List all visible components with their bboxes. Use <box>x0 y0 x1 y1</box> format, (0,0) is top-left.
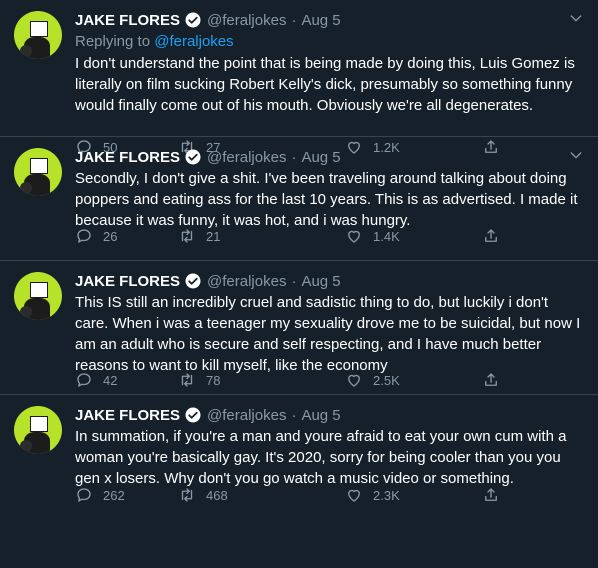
tweet-content: JAKE FLORES @feraljokes · Aug 5 Replying… <box>75 10 584 116</box>
share-icon <box>485 229 497 242</box>
avatar-figure-detail <box>20 182 32 194</box>
tweet[interactable]: JAKE FLORES @feraljokes · Aug 5 This IS … <box>0 261 598 395</box>
tweet-date[interactable]: Aug 5 <box>301 273 340 290</box>
share-button[interactable] <box>482 227 510 245</box>
avatar[interactable] <box>14 11 62 59</box>
retweet-icon <box>181 488 193 502</box>
separator-dot: · <box>291 406 297 424</box>
handle[interactable]: @feraljokes <box>207 149 286 166</box>
retweet-icon <box>181 373 193 387</box>
avatar-frame <box>30 21 48 37</box>
tweet-actions: 262 468 2.3K <box>75 486 515 506</box>
reply-button[interactable]: 26 <box>75 227 117 245</box>
heart-icon <box>348 489 360 502</box>
retweet-button[interactable]: 468 <box>178 486 228 504</box>
avatar-frame <box>30 416 48 432</box>
tweet[interactable]: JAKE FLORES @feraljokes · Aug 5 Secondly… <box>0 137 598 261</box>
reply-icon <box>77 229 91 243</box>
tweet-header: JAKE FLORES @feraljokes · Aug 5 <box>75 271 584 291</box>
retweet-count: 21 <box>206 228 221 244</box>
verified-badge-icon <box>185 407 201 423</box>
separator-dot: · <box>291 11 297 29</box>
tweet-header: JAKE FLORES @feraljokes · Aug 5 <box>75 405 584 425</box>
avatar-frame <box>30 282 48 298</box>
replying-to: Replying to @feraljokes <box>75 32 584 52</box>
heart-icon <box>348 374 360 387</box>
reply-icon <box>77 373 91 387</box>
display-name[interactable]: JAKE FLORES <box>75 12 180 29</box>
tweet-text: In summation, if you're a man and youre … <box>75 428 567 487</box>
handle[interactable]: @feraljokes <box>207 407 286 424</box>
replying-to-label: Replying to <box>75 33 151 50</box>
separator-dot: · <box>291 148 297 166</box>
tweet-text: I don't understand the point that is bei… <box>75 55 575 114</box>
tweet-actions: 42 78 2.5K <box>75 371 515 391</box>
avatar-figure-detail <box>20 306 32 318</box>
reply-count: 42 <box>103 372 118 388</box>
tweet-header: JAKE FLORES @feraljokes · Aug 5 <box>75 10 584 30</box>
display-name[interactable]: JAKE FLORES <box>75 149 180 166</box>
tweet-date[interactable]: Aug 5 <box>301 149 340 166</box>
share-icon <box>485 488 497 501</box>
tweet-date[interactable]: Aug 5 <box>301 12 340 29</box>
chevron-down-icon[interactable] <box>568 10 584 26</box>
verified-badge-icon <box>185 12 201 28</box>
chevron-down-icon[interactable] <box>568 147 584 163</box>
verified-badge-icon <box>185 149 201 165</box>
display-name[interactable]: JAKE FLORES <box>75 407 180 424</box>
reply-count: 262 <box>103 487 125 503</box>
retweet-button[interactable]: 21 <box>178 227 220 245</box>
avatar[interactable] <box>14 272 62 320</box>
tweet-text: This IS still an incredibly cruel and sa… <box>75 294 581 374</box>
tweet-date[interactable]: Aug 5 <box>301 407 340 424</box>
retweet-button[interactable]: 78 <box>178 371 220 389</box>
tweet-content: JAKE FLORES @feraljokes · Aug 5 This IS … <box>75 271 584 376</box>
like-button[interactable]: 1.4K <box>345 227 400 245</box>
verified-badge-icon <box>185 273 201 289</box>
retweet-count: 78 <box>206 372 221 388</box>
reply-count: 26 <box>103 228 118 244</box>
reply-button[interactable]: 262 <box>75 486 125 504</box>
share-button[interactable] <box>482 371 510 389</box>
tweet-actions: 26 21 1.4K <box>75 227 515 247</box>
handle[interactable]: @feraljokes <box>207 273 286 290</box>
avatar[interactable] <box>14 148 62 196</box>
tweet-content: JAKE FLORES @feraljokes · Aug 5 In summa… <box>75 405 584 489</box>
avatar-figure-detail <box>20 440 32 452</box>
display-name[interactable]: JAKE FLORES <box>75 273 180 290</box>
avatar-figure-detail <box>20 45 32 57</box>
mention-link[interactable]: @feraljokes <box>154 33 233 50</box>
share-button[interactable] <box>482 486 510 504</box>
handle[interactable]: @feraljokes <box>207 12 286 29</box>
retweet-icon <box>181 229 193 243</box>
like-count: 2.5K <box>373 372 400 388</box>
tweet-content: JAKE FLORES @feraljokes · Aug 5 Secondly… <box>75 147 584 231</box>
retweet-count: 468 <box>206 487 228 503</box>
like-button[interactable]: 2.3K <box>345 486 400 504</box>
like-count: 2.3K <box>373 487 400 503</box>
avatar[interactable] <box>14 406 62 454</box>
like-button[interactable]: 2.5K <box>345 371 400 389</box>
avatar-frame <box>30 158 48 174</box>
reply-button[interactable]: 42 <box>75 371 117 389</box>
tweet[interactable]: JAKE FLORES @feraljokes · Aug 5 Replying… <box>0 0 598 155</box>
tweet-header: JAKE FLORES @feraljokes · Aug 5 <box>75 147 584 167</box>
share-icon <box>485 373 497 386</box>
heart-icon <box>348 230 360 243</box>
like-count: 1.4K <box>373 228 400 244</box>
tweet[interactable]: JAKE FLORES @feraljokes · Aug 5 In summa… <box>0 395 598 568</box>
tweet-text: Secondly, I don't give a shit. I've been… <box>75 170 578 229</box>
separator-dot: · <box>291 272 297 290</box>
reply-icon <box>77 488 91 502</box>
